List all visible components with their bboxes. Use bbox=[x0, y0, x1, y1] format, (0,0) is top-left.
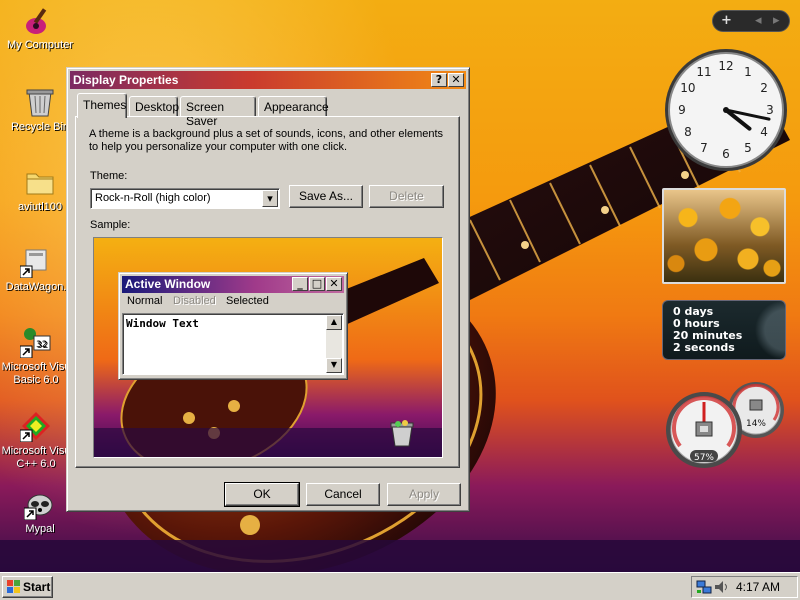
guitar-icon bbox=[24, 4, 56, 36]
sample-active-window: Active Window _ □ ✕ Normal Disabled Sele… bbox=[118, 272, 348, 380]
theme-sample-preview: Active Window _ □ ✕ Normal Disabled Sele… bbox=[93, 237, 443, 458]
sample-window-title: Active Window bbox=[125, 277, 211, 291]
desktop-icon-label: My Computer bbox=[6, 39, 74, 51]
vc6-shortcut-icon bbox=[19, 410, 52, 443]
desktop-icon-label: DataWagon. bbox=[5, 281, 67, 293]
sample-label: Sample: bbox=[90, 219, 131, 231]
theme-label: Theme: bbox=[90, 170, 128, 182]
scroll-up-icon: ▲ bbox=[326, 315, 342, 330]
tab-screen-saver[interactable]: Screen Saver bbox=[180, 96, 256, 128]
desktop-icon-label: Mypal bbox=[25, 523, 55, 535]
sample-menu-normal: Normal bbox=[127, 295, 163, 307]
gadget-toolbar: + ◂ ▸ bbox=[712, 10, 790, 32]
window-titlebar[interactable]: Display Properties ? ✕ bbox=[70, 71, 466, 89]
ok-button[interactable]: OK bbox=[224, 482, 300, 507]
desktop: My Computer Recycle Bin aviutl100 DataWa… bbox=[0, 0, 800, 572]
clock-numeral: 2 bbox=[760, 81, 768, 95]
theme-select[interactable]: Rock-n-Roll (high color) ▾ bbox=[90, 188, 280, 209]
clock-gadget[interactable]: 12 12 3 45678 9 1011 bbox=[662, 46, 790, 174]
start-button[interactable]: Start bbox=[2, 576, 53, 598]
tab-themes[interactable]: Themes bbox=[77, 93, 127, 118]
save-as-button[interactable]: Save As... bbox=[289, 185, 363, 208]
uptime-gadget: 0 days 0 hours 20 minutes 2 seconds bbox=[662, 300, 786, 360]
taskbar: Start 4:17 AM bbox=[0, 572, 800, 600]
next-gadget-button[interactable]: ▸ bbox=[773, 13, 780, 28]
apply-button[interactable]: Apply bbox=[387, 483, 461, 506]
clock-numeral: 6 bbox=[722, 147, 730, 161]
tab-appearance[interactable]: Appearance bbox=[258, 96, 329, 117]
sample-menu-disabled: Disabled bbox=[173, 295, 216, 307]
clock-numeral: 8 bbox=[684, 125, 692, 139]
display-properties-window: Display Properties ? ✕ Themes Desktop Sc… bbox=[66, 67, 470, 512]
volume-icon[interactable] bbox=[713, 579, 729, 595]
clock-numeral: 9 bbox=[678, 103, 686, 117]
windows-logo-icon bbox=[7, 580, 20, 593]
network-icon[interactable] bbox=[696, 579, 712, 595]
system-tray: 4:17 AM bbox=[691, 576, 798, 598]
clock-numeral: 10 bbox=[680, 81, 695, 95]
prev-gadget-button[interactable]: ◂ bbox=[755, 13, 762, 28]
desktop-icon-label: Basic 6.0 bbox=[13, 374, 59, 386]
desktop-icon-label: Microsoft Visu bbox=[1, 361, 71, 373]
help-button[interactable]: ? bbox=[431, 73, 447, 87]
folder-icon bbox=[24, 166, 56, 198]
clock-numeral: 5 bbox=[744, 141, 752, 155]
theme-select-value: Rock-n-Roll (high color) bbox=[95, 192, 211, 204]
themes-tab-panel: A theme is a background plus a set of so… bbox=[75, 116, 460, 468]
sample-recycle-bin-icon bbox=[390, 420, 414, 447]
sample-menu-selected: Selected bbox=[226, 295, 269, 307]
delete-button[interactable]: Delete bbox=[369, 185, 444, 208]
sample-window-text: Window Text bbox=[126, 317, 199, 330]
slideshow-gadget-photo[interactable] bbox=[662, 188, 786, 284]
desktop-icon-datawagon[interactable]: DataWagon. bbox=[0, 246, 76, 294]
close-icon: ✕ bbox=[326, 277, 342, 291]
desktop-icon-visual-cpp[interactable]: Microsoft Visu C++ 6.0 bbox=[0, 410, 76, 471]
clock-numeral: 4 bbox=[760, 125, 768, 139]
window-title: Display Properties bbox=[73, 73, 179, 87]
uptime-swirl-decoration bbox=[735, 301, 785, 359]
clock-numeral: 3 bbox=[766, 103, 774, 117]
mypal-raccoon-icon bbox=[23, 488, 56, 521]
tab-desktop[interactable]: Desktop bbox=[129, 96, 179, 117]
minimize-icon: _ bbox=[292, 277, 308, 291]
cpu-meter-label: 57% bbox=[694, 453, 714, 463]
themes-description: A theme is a background plus a set of so… bbox=[89, 128, 444, 153]
tray-clock[interactable]: 4:17 AM bbox=[736, 580, 780, 594]
chevron-down-icon[interactable]: ▾ bbox=[262, 190, 278, 207]
clock-numeral: 1 bbox=[744, 65, 752, 79]
desktop-icon-my-computer[interactable]: My Computer bbox=[0, 4, 80, 52]
vb6-shortcut-icon: 32 bbox=[19, 326, 52, 359]
close-button[interactable]: ✕ bbox=[448, 73, 464, 87]
sample-scrollbar: ▲ ▼ bbox=[326, 315, 342, 373]
desktop-icon-visual-basic[interactable]: 32 Microsoft Visu Basic 6.0 bbox=[0, 326, 76, 387]
desktop-icon-label: Microsoft Visu bbox=[1, 445, 71, 457]
sample-text-area: Window Text ▲ ▼ bbox=[122, 313, 344, 375]
datawagon-shortcut-icon bbox=[19, 246, 52, 279]
ram-meter-label: 14% bbox=[746, 419, 766, 429]
svg-text:32: 32 bbox=[36, 340, 47, 350]
recycle-bin-icon bbox=[24, 86, 56, 118]
scroll-down-icon: ▼ bbox=[326, 358, 342, 373]
cpu-ram-meter-gadget[interactable]: 14% 57% bbox=[660, 380, 790, 470]
start-label: Start bbox=[23, 580, 51, 594]
add-gadget-button[interactable]: + bbox=[721, 13, 732, 28]
clock-numeral: 11 bbox=[696, 65, 711, 79]
maximize-icon: □ bbox=[309, 277, 325, 291]
cancel-button[interactable]: Cancel bbox=[306, 483, 380, 506]
desktop-icon-label: C++ 6.0 bbox=[16, 458, 56, 470]
clock-numeral: 12 bbox=[718, 59, 733, 73]
clock-numeral: 7 bbox=[700, 141, 708, 155]
sample-titlebar: Active Window _ □ ✕ bbox=[122, 276, 344, 293]
sample-menubar: Normal Disabled Selected bbox=[123, 295, 343, 309]
